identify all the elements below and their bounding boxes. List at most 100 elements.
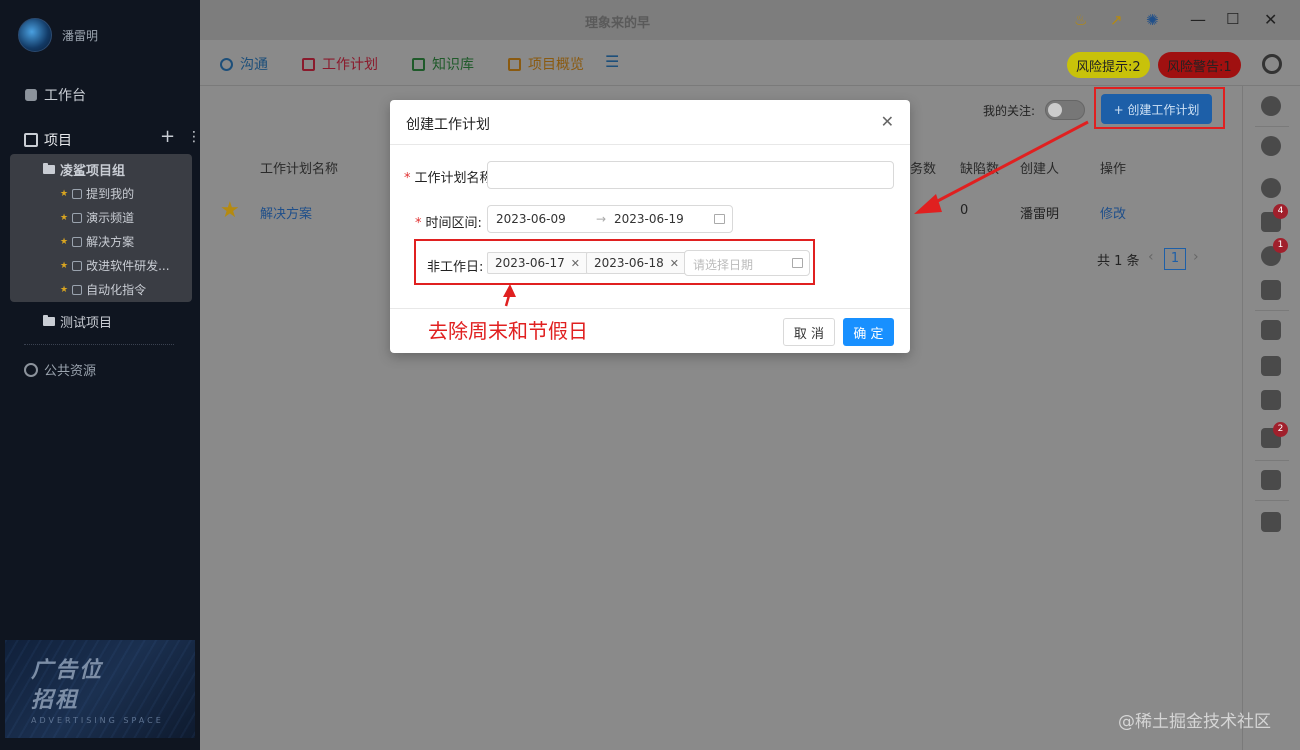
group-item-mentions[interactable]: ★ 提到我的: [60, 185, 134, 202]
bug-badge: 1: [1273, 238, 1288, 253]
tab-work-plan[interactable]: 工作计划: [302, 54, 378, 93]
more-icon[interactable]: ⋮: [187, 129, 201, 145]
col-header-tasks: 务数: [910, 162, 937, 177]
ad-sub: ADVERTISING SPACE: [31, 716, 164, 725]
divider: [1255, 126, 1289, 127]
confirm-button[interactable]: 确 定: [843, 318, 894, 346]
annotation-text: 去除周末和节假日: [428, 319, 588, 343]
plan-name-label-text: 工作计划名称: [414, 171, 493, 186]
cancel-button[interactable]: 取 消: [783, 318, 835, 346]
test-project[interactable]: 测试项目: [43, 312, 112, 331]
maximize-button[interactable]: ☐: [1226, 10, 1239, 28]
risk-warning-badge[interactable]: 风险警告:1: [1158, 52, 1241, 78]
doc-icon: [72, 260, 83, 271]
tab-communication[interactable]: 沟通: [220, 54, 268, 74]
user-name: 潘雷明: [62, 28, 99, 43]
tabs-bar: 沟通 工作计划 知识库 项目概览 ☰ 风险提示:2 风险警告:1: [200, 40, 1300, 93]
sidebar: 潘雷明 工作台 项目 + ⋮ 凌鲨项目组 ★ 提到我的 ★ 演示频道 ★ 解决方…: [0, 0, 201, 750]
server-icon[interactable]: [1261, 320, 1281, 340]
time-range-label-text: 时间区间:: [425, 216, 482, 231]
title-bar: 理象来的早 ♨ ↗ ✺ — ☐ ✕: [200, 0, 1300, 40]
divider: [24, 344, 174, 345]
download-icon[interactable]: [1261, 470, 1281, 490]
nav-workbench[interactable]: 工作台: [24, 85, 86, 105]
divider: [390, 308, 910, 309]
edit-link[interactable]: 修改: [1100, 203, 1126, 222]
user-star-icon[interactable]: [1261, 136, 1281, 156]
tab-label: 工作计划: [322, 57, 378, 73]
star-icon: ★: [60, 284, 69, 295]
star-icon[interactable]: ★: [220, 198, 240, 223]
group-item-label: 演示频道: [86, 211, 135, 225]
divider: [1255, 460, 1289, 461]
apps-icon[interactable]: [1261, 512, 1281, 532]
star-icon: ★: [60, 212, 69, 223]
nav-projects[interactable]: 项目: [24, 130, 72, 150]
plan-name-label: * 工作计划名称: [404, 171, 493, 186]
next-page-icon[interactable]: ›: [1193, 249, 1199, 265]
dialog-title: 创建工作计划: [406, 117, 490, 133]
tab-knowledge-base[interactable]: 知识库: [412, 54, 474, 74]
creator: 潘雷明: [1020, 207, 1060, 222]
divider: [1255, 500, 1289, 501]
terminal-icon[interactable]: [1261, 356, 1281, 376]
tab-label: 知识库: [432, 57, 474, 73]
prev-page-icon[interactable]: ‹: [1148, 249, 1154, 265]
group-item-demo-channel[interactable]: ★ 演示频道: [60, 209, 134, 226]
end-date[interactable]: 2023-06-19: [614, 212, 684, 226]
gear-icon[interactable]: [1262, 54, 1282, 74]
ad-banner[interactable]: 广告位 招租 ADVERTISING SPACE: [5, 640, 195, 738]
flash-icon[interactable]: [1261, 280, 1281, 300]
test-project-label: 测试项目: [60, 316, 113, 331]
plan-name-link[interactable]: 解决方案: [260, 203, 312, 222]
chat-icon: [220, 57, 233, 71]
follow-toggle[interactable]: [1045, 100, 1085, 120]
group-item-automation[interactable]: ★ 自动化指令: [60, 281, 146, 298]
start-date[interactable]: 2023-06-09: [496, 212, 566, 226]
location-icon[interactable]: [1261, 178, 1281, 198]
close-icon[interactable]: ✕: [881, 112, 894, 131]
col-header-creator: 创建人: [1020, 162, 1060, 177]
range-arrow-icon: →: [596, 212, 607, 226]
add-project-icon[interactable]: +: [160, 126, 175, 147]
project-group[interactable]: 凌鲨项目组: [43, 160, 125, 179]
divider: [390, 144, 910, 145]
close-window-button[interactable]: ✕: [1264, 10, 1277, 29]
group-item-solution[interactable]: ★ 解决方案: [60, 233, 134, 250]
bug-icon[interactable]: ✺: [1146, 11, 1159, 29]
folder-settings-icon[interactable]: [1261, 390, 1281, 410]
page-number[interactable]: 1: [1164, 248, 1186, 270]
nav-workbench-label: 工作台: [44, 88, 86, 104]
total-count: 共 1 条: [1097, 254, 1140, 269]
col-header-defects: 缺陷数: [960, 162, 1000, 177]
window-title: 理象来的早: [585, 16, 651, 31]
file-settings-badge: 2: [1273, 422, 1288, 437]
user-profile[interactable]: 潘雷明: [18, 18, 98, 52]
tab-project-overview[interactable]: 项目概览: [508, 54, 584, 74]
alarm-icon[interactable]: ♨: [1074, 11, 1087, 29]
follow-label: 我的关注:: [983, 104, 1036, 118]
highlight-box-nonwork: [414, 239, 815, 285]
pin-icon[interactable]: ↗: [1110, 11, 1123, 29]
risk-tip-badge[interactable]: 风险提示:2: [1067, 52, 1150, 78]
watermark: @稀土掘金技术社区: [1118, 712, 1271, 732]
nav-public-resources[interactable]: 公共资源: [24, 360, 96, 379]
tab-label: 沟通: [240, 57, 268, 73]
star-icon: ★: [60, 260, 69, 271]
bulb-icon[interactable]: [1261, 96, 1281, 116]
folder-icon: [43, 315, 55, 326]
nav-projects-label: 项目: [44, 133, 72, 149]
folder-icon: [43, 163, 55, 174]
date-range-picker[interactable]: 2023-06-09 → 2023-06-19: [487, 205, 733, 233]
ad-line2: 招租: [31, 688, 80, 713]
avatar[interactable]: [18, 18, 52, 52]
menu-icon[interactable]: ☰: [605, 52, 619, 71]
cube-icon: [25, 89, 37, 101]
group-item-label: 改进软件研发...: [86, 259, 170, 273]
globe-icon: [24, 362, 38, 377]
project-group-label: 凌鲨项目组: [60, 164, 126, 179]
plan-name-input[interactable]: [487, 161, 894, 189]
tab-label: 项目概览: [528, 57, 584, 73]
minimize-button[interactable]: —: [1190, 10, 1206, 29]
group-item-improve[interactable]: ★ 改进软件研发...: [60, 257, 170, 274]
